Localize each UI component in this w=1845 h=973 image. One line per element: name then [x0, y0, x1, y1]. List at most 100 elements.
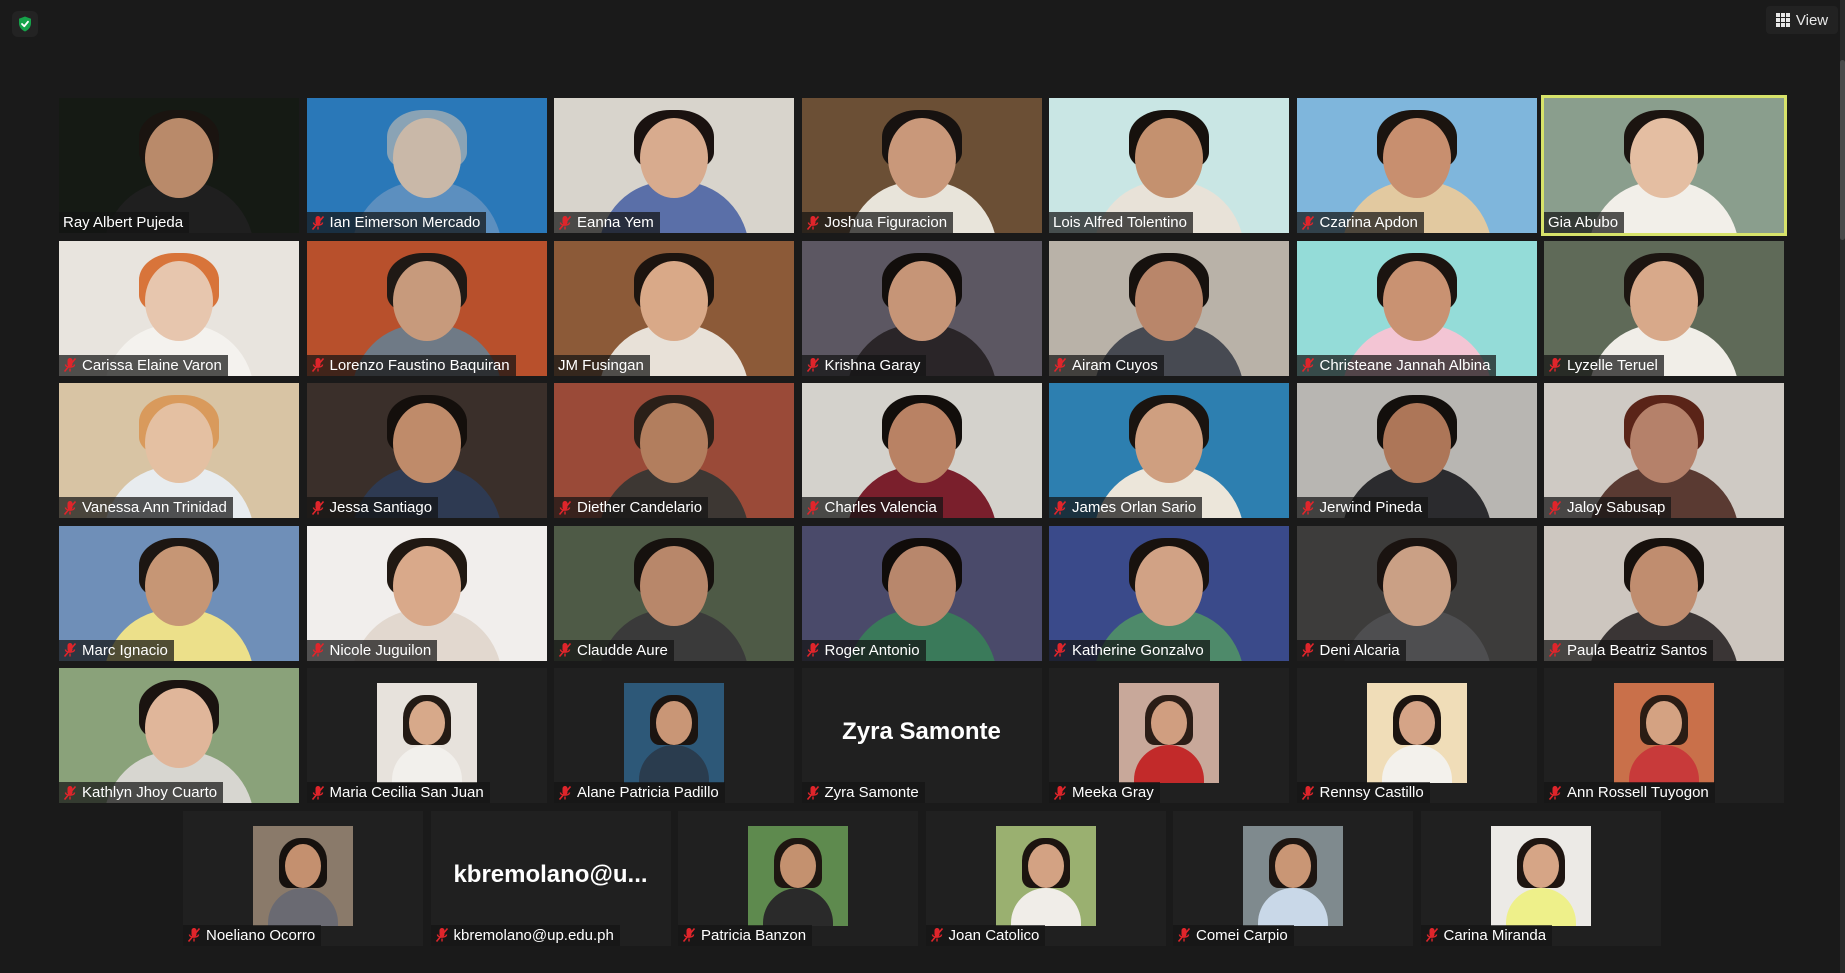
participant-name-label: Charles Valencia [801, 497, 943, 518]
participant-name-label: Joshua Figuracion [801, 212, 954, 233]
scrollbar-thumb[interactable] [1840, 60, 1845, 240]
mic-off-icon [311, 357, 324, 373]
participant-name: Maria Cecilia San Juan [329, 784, 484, 801]
participant-tile[interactable]: Meeka Gray [1049, 668, 1289, 803]
participant-name: Alane Patricia Padillo [577, 784, 719, 801]
participant-display-name: Zyra Samonte [842, 718, 1001, 745]
participant-name: Nicole Juguilon [329, 641, 432, 659]
mic-off-icon [1301, 500, 1314, 515]
participant-tile[interactable]: Kathlyn Jhoy Cuarto [59, 668, 299, 803]
participant-tile[interactable]: Charles Valencia [801, 383, 1042, 518]
participant-tile[interactable]: Ian Eimerson Mercado [306, 98, 547, 233]
participant-tile[interactable]: Patricia Banzon [678, 810, 918, 946]
participant-tile[interactable]: Zyra Samonte Zyra Samonte [801, 668, 1042, 803]
mic-off-icon [63, 357, 77, 373]
participant-tile[interactable]: Rennsy Castillo [1296, 668, 1537, 803]
participant-name: Diether Candelario [577, 499, 703, 516]
participant-tile[interactable]: Gia Abubo [1544, 98, 1784, 233]
participant-tile[interactable]: Katherine Gonzalvo [1049, 525, 1289, 661]
view-button[interactable]: View [1766, 6, 1838, 34]
mic-off-icon [558, 785, 572, 800]
participant-name: Airam Cuyos [1072, 356, 1158, 374]
participant-tile[interactable]: James Orlan Sario [1049, 383, 1289, 518]
participant-tile[interactable]: JM Fusingan [554, 240, 794, 376]
participant-name: Ann Rossell Tuyogon [1567, 784, 1709, 801]
participant-tile[interactable]: Carissa Elaine Varon [59, 240, 299, 376]
participant-name: Paula Beatriz Santos [1567, 641, 1708, 659]
mic-off-icon [1053, 785, 1067, 800]
participant-name: Joan Catolico [948, 926, 1040, 944]
participant-tile[interactable]: Jaloy Sabusap [1544, 383, 1784, 518]
participant-tile[interactable]: Eanna Yem [554, 98, 794, 233]
mic-off-icon [1053, 500, 1067, 515]
mic-off-icon [930, 927, 943, 943]
participant-name-label: Krishna Garay [801, 354, 927, 376]
participant-tile[interactable]: Lyzelle Teruel [1544, 240, 1784, 376]
participant-name-label: Nicole Juguilon [306, 639, 438, 661]
participant-name: Noeliano Ocorro [206, 926, 316, 944]
profile-picture [1614, 683, 1714, 783]
participant-name-label: Ray Albert Pujeda [59, 212, 190, 233]
participant-tile[interactable]: Deni Alcaria [1296, 525, 1537, 661]
participant-tile[interactable]: Lois Alfred Tolentino [1049, 98, 1289, 233]
participant-name-label: Lorenzo Faustino Baquiran [306, 354, 516, 376]
profile-picture [624, 683, 724, 783]
profile-picture [995, 825, 1096, 926]
participant-tile[interactable]: Carina Miranda [1420, 810, 1661, 946]
participant-tile[interactable]: Czarina Apdon [1296, 98, 1537, 233]
participant-name-label: Jaloy Sabusap [1544, 497, 1672, 518]
participant-tile[interactable]: Jerwind Pineda [1296, 383, 1537, 518]
participant-tile[interactable]: Comei Carpio [1173, 810, 1413, 946]
participant-name-label: Jessa Santiago [306, 497, 439, 518]
participant-name-label: Roger Antonio [801, 639, 926, 661]
participant-tile[interactable]: Jessa Santiago [306, 383, 547, 518]
mic-off-icon [1548, 500, 1562, 515]
participant-tile[interactable]: Ann Rossell Tuyogon [1544, 668, 1784, 803]
participant-tile[interactable]: Lorenzo Faustino Baquiran [306, 240, 547, 376]
participant-tile[interactable]: Maria Cecilia San Juan [306, 668, 547, 803]
participant-name-label: Zyra Samonte [801, 782, 925, 803]
top-bar: View [0, 0, 1845, 44]
participant-name-label: Maria Cecilia San Juan [306, 782, 490, 803]
participant-name-label: Rennsy Castillo [1296, 782, 1430, 803]
participant-tile[interactable]: Noeliano Ocorro [183, 810, 423, 946]
participant-tile[interactable]: Christeane Jannah Albina [1296, 240, 1537, 376]
profile-picture [748, 825, 848, 926]
participant-tile[interactable]: kbremolano@u... kbremolano@up.edu.ph [430, 810, 671, 946]
participant-name: Carina Miranda [1443, 926, 1547, 944]
participant-name-label: Ian Eimerson Mercado [306, 212, 487, 233]
participant-name-label: kbremolano@up.edu.ph [430, 924, 620, 946]
participant-name-label: Meeka Gray [1049, 782, 1160, 803]
participant-tile[interactable]: Diether Candelario [554, 383, 794, 518]
mic-off-icon [1301, 785, 1314, 800]
mic-off-icon [1301, 642, 1314, 658]
mic-off-icon [682, 927, 696, 943]
participant-name: Lyzelle Teruel [1567, 356, 1658, 374]
profile-picture [1490, 825, 1591, 926]
participant-tile[interactable]: Roger Antonio [801, 525, 1042, 661]
participant-name-label: Alane Patricia Padillo [554, 782, 725, 803]
participant-tile[interactable]: Vanessa Ann Trinidad [59, 383, 299, 518]
participant-name-label: Czarina Apdon [1296, 212, 1424, 233]
participant-tile[interactable]: Joan Catolico [925, 810, 1166, 946]
participant-tile[interactable]: Ray Albert Pujeda [59, 98, 299, 233]
participant-tile[interactable]: Krishna Garay [801, 240, 1042, 376]
participant-tile[interactable]: Alane Patricia Padillo [554, 668, 794, 803]
encryption-shield-icon[interactable] [12, 11, 38, 37]
view-button-label: View [1795, 11, 1829, 29]
mic-off-icon [1053, 642, 1067, 658]
participant-name: Zyra Samonte [824, 784, 919, 801]
participant-tile[interactable]: Paula Beatriz Santos [1544, 525, 1784, 661]
participant-name-label: Paula Beatriz Santos [1544, 639, 1714, 661]
participant-name: Czarina Apdon [1319, 214, 1418, 231]
participant-tile[interactable]: Marc Ignacio [59, 525, 299, 661]
participant-name: Carissa Elaine Varon [82, 356, 222, 374]
participant-tile[interactable]: Joshua Figuracion [801, 98, 1042, 233]
participant-tile[interactable]: Nicole Juguilon [306, 525, 547, 661]
participant-name-label: Patricia Banzon [678, 924, 813, 946]
participant-tile[interactable]: Claudde Aure [554, 525, 794, 661]
participant-tile[interactable]: Airam Cuyos [1049, 240, 1289, 376]
participant-name: Kathlyn Jhoy Cuarto [82, 784, 218, 801]
mic-off-icon [558, 500, 572, 515]
scrollbar[interactable] [1840, 0, 1845, 973]
